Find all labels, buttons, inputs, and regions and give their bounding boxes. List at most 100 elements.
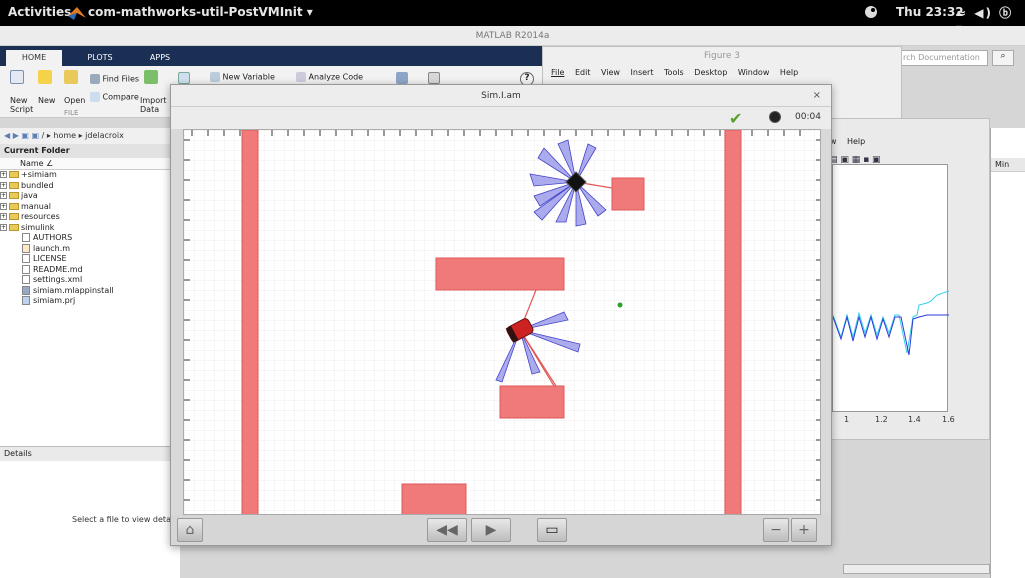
m-file-icon	[22, 243, 30, 253]
file-row-simulink[interactable]: + simulink	[0, 223, 180, 234]
file-name: +simiam	[21, 170, 57, 179]
compare-button[interactable]: Compare	[90, 92, 139, 102]
right-wall-obstacle	[724, 130, 742, 514]
file-row-authors[interactable]: AUTHORS	[0, 233, 180, 244]
file-name: resources	[21, 212, 60, 221]
expand-icon[interactable]: +	[0, 192, 7, 199]
zoom-out-button[interactable]: −	[763, 518, 789, 542]
matlab-window-title: MATLAB R2014a	[0, 26, 1025, 46]
file-name: java	[21, 191, 38, 200]
expand-icon[interactable]: +	[0, 202, 7, 210]
search-documentation-input[interactable]: rch Documentation	[898, 50, 988, 66]
file-row-mlappinstall[interactable]: simiam.mlappinstall	[0, 285, 180, 297]
project-icon	[22, 296, 30, 305]
back-forward-icons[interactable]: ◀ ▶ ▣ ▣	[4, 131, 42, 140]
file-row-readme[interactable]: README.md	[0, 264, 180, 276]
folder-icon	[9, 223, 19, 231]
menu-help[interactable]: Help	[847, 137, 865, 146]
x-tick-1: 1	[844, 415, 850, 424]
folder-icon	[9, 181, 19, 189]
address-path: / ▸ home ▸ jdelacroix	[41, 131, 124, 140]
search-icon[interactable]: ⌕	[992, 50, 1014, 66]
new-script-icon[interactable]	[10, 70, 24, 86]
file-row-simiam-pkg[interactable]: + +simiam	[0, 170, 180, 181]
file-name: settings.xml	[33, 275, 83, 284]
min-column-header[interactable]: Min	[991, 158, 1025, 172]
simiam-title: Sim.I.am	[171, 85, 831, 107]
figure-3-title: Figure 3	[703, 51, 741, 61]
expand-icon[interactable]: +	[0, 223, 7, 231]
tab-plots[interactable]: PLOTS	[72, 50, 128, 66]
file-section-label: FILE	[64, 109, 79, 117]
close-icon[interactable]: ×	[813, 85, 821, 107]
steam-icon[interactable]	[864, 5, 878, 22]
menu-view[interactable]: View	[601, 68, 620, 77]
find-files-button[interactable]: Find Files	[90, 74, 139, 84]
folder-icon	[9, 192, 19, 199]
clock-icon	[769, 111, 781, 123]
horizontal-scrollbar[interactable]	[843, 564, 990, 574]
zoom-in-button[interactable]: +	[791, 518, 817, 542]
menu-insert[interactable]: Insert	[631, 68, 654, 77]
app-menu[interactable]: com-mathworks-util-PostVMInit ▾	[88, 5, 313, 19]
tab-home[interactable]: HOME	[6, 50, 62, 66]
expand-icon[interactable]: +	[0, 171, 7, 178]
new-variable-label: New Variable	[222, 72, 275, 82]
left-wall-obstacle	[241, 130, 259, 514]
new-variable-button[interactable]: New Variable	[210, 72, 275, 82]
arena-canvas	[184, 130, 820, 514]
analyze-code-button[interactable]: Analyze Code	[296, 72, 363, 82]
play-button[interactable]: ▶	[471, 518, 511, 542]
file-row-bundled[interactable]: + bundled	[0, 181, 180, 192]
import-data-label: Import Data	[140, 96, 167, 114]
expand-icon[interactable]: +	[0, 213, 7, 220]
sim-control-bar: ⌂ ◀◀ ▶ ▭ − +	[171, 515, 831, 545]
x-tick-1-4: 1.4	[908, 415, 921, 424]
package-icon	[22, 285, 30, 295]
file-row-settings[interactable]: settings.xml	[0, 275, 180, 286]
menu-file[interactable]: File	[551, 68, 564, 77]
expand-icon[interactable]: +	[0, 181, 7, 189]
menu-edit[interactable]: Edit	[575, 68, 591, 77]
compare-label: Compare	[102, 92, 139, 102]
plot-axes	[832, 164, 950, 412]
file-row-license[interactable]: LICENSE	[0, 254, 180, 265]
file-row-java[interactable]: + java	[0, 191, 180, 202]
details-panel: Details Select a file to view details	[0, 446, 180, 578]
obstacle-bottom	[401, 483, 467, 514]
home-button[interactable]: ⌂	[177, 518, 203, 542]
details-title: Details	[0, 447, 180, 461]
menu-tools[interactable]: Tools	[664, 68, 684, 77]
menu-desktop[interactable]: Desktop	[694, 68, 727, 77]
right-panel: Min	[990, 128, 1025, 578]
file-name: manual	[21, 201, 51, 211]
file-name: AUTHORS	[33, 233, 73, 242]
activities-button[interactable]: Activities	[8, 5, 71, 19]
figure-3-menubar: File Edit View Insert Tools Desktop Wind…	[543, 65, 901, 81]
clock[interactable]: Thu 23:32	[896, 5, 964, 19]
tab-apps[interactable]: APPS	[138, 50, 182, 66]
file-row-launch[interactable]: launch.m	[0, 243, 180, 255]
x-tick-1-2: 1.2	[875, 415, 888, 424]
system-top-bar: Activities com-mathworks-util-PostVMInit…	[0, 0, 1025, 35]
new-icon[interactable]	[38, 70, 52, 86]
file-row-resources[interactable]: + resources	[0, 212, 180, 223]
simulation-arena[interactable]	[183, 129, 821, 515]
sim-timer: 00:04	[795, 112, 821, 122]
folder-icon	[9, 171, 19, 178]
current-folder-title: Current Folder	[0, 144, 180, 158]
menu-help[interactable]: Help	[780, 68, 798, 77]
address-bar[interactable]: ◀ ▶ ▣ ▣ / ▸ home ▸ jdelacroix	[0, 128, 180, 144]
file-icon	[22, 264, 30, 274]
file-row-manual[interactable]: + manual	[0, 202, 180, 213]
file-row-prj[interactable]: simiam.prj	[0, 296, 180, 307]
analyze-code-label: Analyze Code	[308, 72, 364, 82]
obstacle-small-top	[611, 177, 645, 211]
screenshot-button[interactable]: ▭	[537, 518, 567, 542]
import-data-icon[interactable]	[144, 70, 158, 86]
menu-window[interactable]: Window	[738, 68, 770, 77]
name-column-header[interactable]: Name ∠	[0, 158, 180, 170]
ribbon-tab-bar: HOME PLOTS APPS	[0, 46, 545, 66]
rewind-button[interactable]: ◀◀	[427, 518, 467, 542]
open-folder-icon[interactable]	[64, 70, 78, 86]
